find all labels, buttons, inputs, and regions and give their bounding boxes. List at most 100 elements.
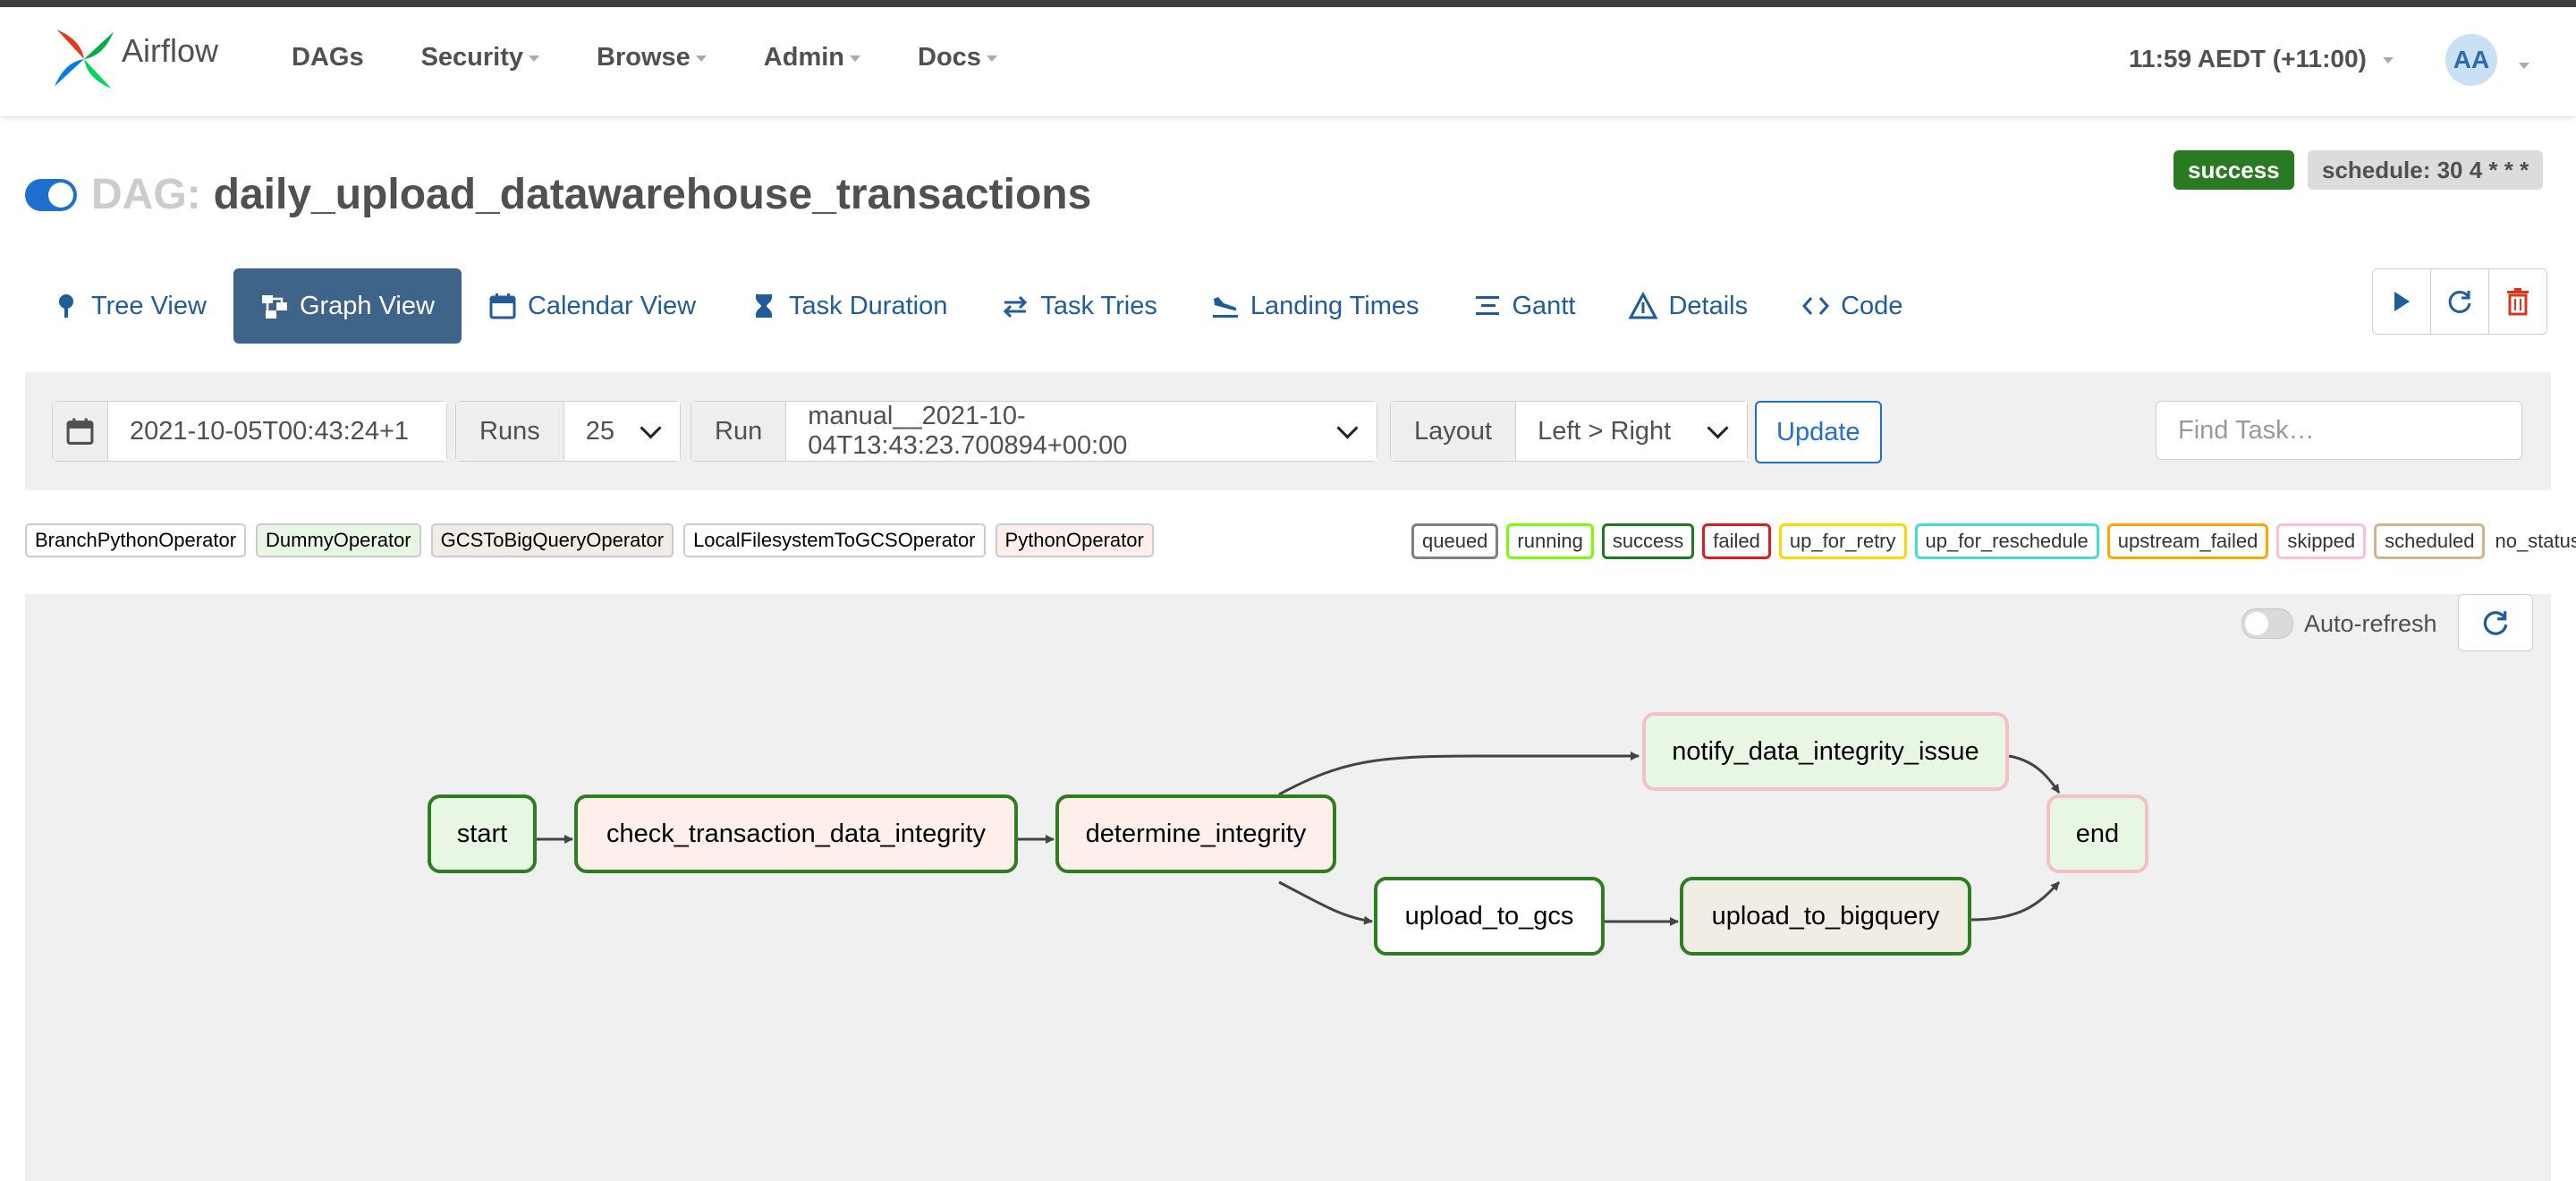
nav-admin-label: Admin xyxy=(763,43,845,72)
dag-pause-toggle[interactable] xyxy=(25,178,77,211)
brand[interactable]: Airflow xyxy=(50,25,218,93)
navbar: Airflow DAGs Security Browse Admin Docs … xyxy=(0,7,2576,116)
refresh-icon xyxy=(2448,290,2471,313)
run-value: manual__2021-10-04T13:43:23.700894+00:00 xyxy=(808,402,1128,460)
state-tag-running[interactable]: running xyxy=(1506,523,1594,559)
runs-value: 25 xyxy=(585,416,614,446)
tab-label: Landing Times xyxy=(1250,291,1419,320)
tab-label: Calendar View xyxy=(527,291,697,320)
schedule-badge: schedule: 30 4 * * * xyxy=(2308,150,2544,190)
task-label: notify_data_integrity_issue xyxy=(1672,736,1979,766)
base-date-group: 2021-10-05T00:43:24+1 xyxy=(52,401,447,462)
run-select[interactable]: manual__2021-10-04T13:43:23.700894+00:00 xyxy=(786,402,1377,461)
timezone-clock[interactable]: 11:59 AEDT (+11:00) xyxy=(2129,45,2394,73)
retry-arrows-icon xyxy=(1004,295,1028,319)
operator-tag[interactable]: GCSToBigQueryOperator xyxy=(430,523,674,557)
tree-icon xyxy=(59,294,73,318)
hourglass-icon xyxy=(756,294,773,318)
calendar-glyph xyxy=(66,418,94,445)
status-badge: success xyxy=(2174,150,2294,190)
tab-label: Task Tries xyxy=(1040,291,1157,320)
task-label: start xyxy=(456,819,508,848)
state-tag-upstream-failed[interactable]: upstream_failed xyxy=(2106,523,2269,559)
tab-label: Graph View xyxy=(299,291,435,320)
operator-tag[interactable]: BranchPythonOperator xyxy=(25,523,247,557)
trash-icon xyxy=(2507,288,2529,316)
state-tag-up-for-reschedule[interactable]: up_for_reschedule xyxy=(1914,523,2099,559)
trigger-dag-button[interactable] xyxy=(2373,269,2431,334)
task-node-upload-to-bigquery[interactable]: upload_to_bigquery xyxy=(1680,877,1971,956)
page-title: daily_upload_datawarehouse_transactions xyxy=(213,171,1092,218)
task-node-upload-to-gcs[interactable]: upload_to_gcs xyxy=(1374,877,1605,956)
chevron-down-icon xyxy=(695,55,707,62)
toggle-knob xyxy=(2245,612,2268,635)
plane-landing-icon xyxy=(1212,297,1238,318)
tab-task-tries[interactable]: Task Tries xyxy=(974,268,1184,344)
tab-graph-view[interactable]: Graph View xyxy=(233,268,462,344)
runs-label: Runs xyxy=(456,402,564,461)
tab-details[interactable]: Details xyxy=(1602,268,1775,344)
nav-security[interactable]: Security xyxy=(421,43,540,72)
state-tag-up-for-retry[interactable]: up_for_retry xyxy=(1778,523,1907,559)
code-brackets-icon xyxy=(1802,297,1830,315)
state-tag-skipped[interactable]: skipped xyxy=(2276,523,2367,559)
state-tag-success[interactable]: success xyxy=(1601,523,1695,559)
task-node-notify-data-integrity-issue[interactable]: notify_data_integrity_issue xyxy=(1642,712,2009,791)
view-tabs: Tree View Graph View Calendar View Task … xyxy=(25,268,1929,344)
tab-label: Task Duration xyxy=(789,291,948,320)
calendar-icon[interactable] xyxy=(53,402,108,461)
operator-tag[interactable]: LocalFilesystemToGCSOperator xyxy=(683,523,986,557)
brand-name: Airflow xyxy=(122,32,219,69)
nav-browse[interactable]: Browse xyxy=(597,43,707,72)
gantt-icon xyxy=(1475,296,1499,315)
nav-admin[interactable]: Admin xyxy=(763,43,861,72)
task-node-end[interactable]: end xyxy=(2046,794,2148,873)
auto-refresh-label: Auto-refresh xyxy=(2304,609,2437,637)
task-node-check-transaction-data-integrity[interactable]: check_transaction_data_integrity xyxy=(574,794,1018,873)
find-task-input[interactable]: Find Task… xyxy=(2156,401,2522,460)
avatar[interactable]: AA xyxy=(2445,34,2497,86)
chevron-down-icon xyxy=(529,55,540,62)
auto-refresh-toggle[interactable] xyxy=(2241,608,2293,639)
tab-landing-times[interactable]: Landing Times xyxy=(1184,268,1446,344)
operator-legend: BranchPythonOperator DummyOperator GCSTo… xyxy=(25,523,1154,557)
state-tag-scheduled[interactable]: scheduled xyxy=(2374,523,2486,559)
task-label: determine_integrity xyxy=(1085,819,1307,848)
tab-calendar-view[interactable]: Calendar View xyxy=(462,268,723,344)
graph-canvas[interactable] xyxy=(25,594,2551,1181)
update-button[interactable]: Update xyxy=(1755,401,1882,463)
state-tag-no-status[interactable]: no_status xyxy=(2493,526,2576,557)
graph-icon xyxy=(261,295,287,319)
operator-tag[interactable]: DummyOperator xyxy=(256,523,421,557)
chevron-down-icon xyxy=(640,416,662,439)
run-group: Run manual__2021-10-04T13:43:23.700894+0… xyxy=(691,401,1377,462)
tab-gantt[interactable]: Gantt xyxy=(1446,268,1603,344)
nav-docs[interactable]: Docs xyxy=(918,43,997,72)
toggle-knob xyxy=(48,182,73,208)
task-node-determine-integrity[interactable]: determine_integrity xyxy=(1055,794,1336,873)
graph-refresh-button[interactable] xyxy=(2458,594,2533,651)
runs-select[interactable]: 25 xyxy=(564,402,680,461)
run-label: Run xyxy=(691,402,787,461)
base-date-input[interactable]: 2021-10-05T00:43:24+1 xyxy=(108,402,446,461)
layout-select[interactable]: Left > Right xyxy=(1516,402,1747,461)
tab-code[interactable]: Code xyxy=(1775,268,1929,344)
refresh-icon xyxy=(2483,611,2508,635)
tab-task-duration[interactable]: Task Duration xyxy=(723,268,974,344)
chevron-down-icon[interactable] xyxy=(2519,63,2529,69)
chevron-down-icon xyxy=(2382,56,2394,64)
state-tag-failed[interactable]: failed xyxy=(1702,523,1771,559)
chevron-down-icon xyxy=(986,55,997,62)
nav-dags-label: DAGs xyxy=(292,43,364,72)
delete-dag-button[interactable] xyxy=(2489,269,2546,334)
runs-group: Runs 25 xyxy=(455,401,681,462)
refresh-dag-button[interactable] xyxy=(2431,269,2489,334)
chevron-down-icon xyxy=(850,55,861,62)
state-tag-queued[interactable]: queued xyxy=(1411,523,1499,559)
operator-tag[interactable]: PythonOperator xyxy=(995,523,1154,557)
tab-tree-view[interactable]: Tree View xyxy=(25,268,233,344)
task-node-start[interactable]: start xyxy=(428,794,537,873)
nav-dags[interactable]: DAGs xyxy=(292,43,364,72)
auto-refresh-control[interactable]: Auto-refresh xyxy=(2241,608,2437,639)
chevron-down-icon xyxy=(1336,417,1359,438)
